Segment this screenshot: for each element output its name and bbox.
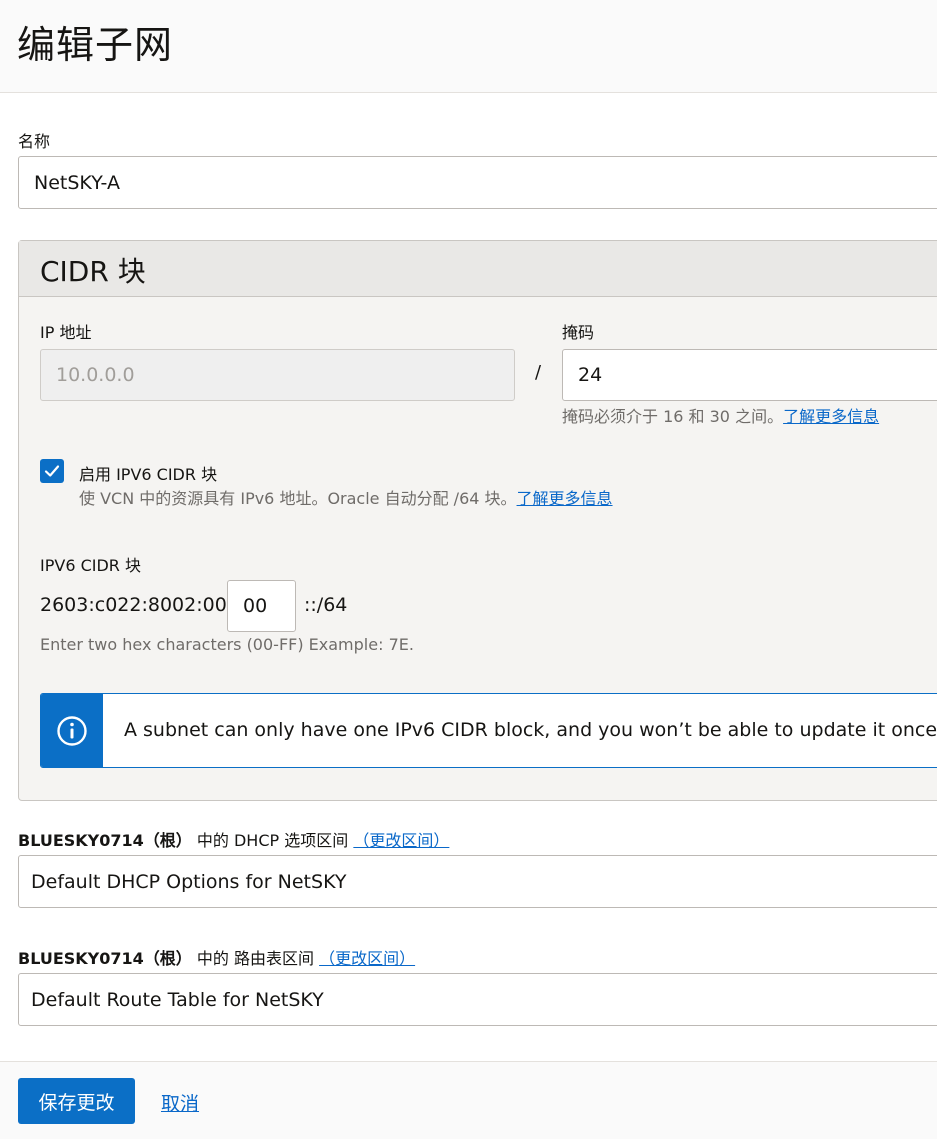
mask-value: 24	[578, 364, 603, 386]
enable-ipv6-checkbox[interactable]	[40, 459, 64, 483]
mask-label: 掩码	[562, 323, 595, 342]
save-changes-button[interactable]: 保存更改	[18, 1078, 135, 1124]
info-icon	[57, 715, 87, 746]
dhcp-label-row: BLUESKY0714（根） 中的 DHCP 选项区间 （更改区间）	[18, 827, 449, 851]
enable-ipv6-hint-text: 使 VCN 中的资源具有 IPv6 地址。Oracle 自动分配 /64 块。	[79, 489, 517, 508]
cidr-block-header: CIDR 块	[19, 241, 937, 297]
mask-input[interactable]: 24	[562, 349, 937, 401]
checkmark-icon	[44, 465, 60, 477]
route-table-value: Default Route Table for NetSKY	[31, 988, 324, 1011]
ipv6-hex-value: 00	[243, 595, 268, 617]
route-change-compartment-link[interactable]: （更改区间）	[319, 949, 415, 968]
enable-ipv6-hint: 使 VCN 中的资源具有 IPv6 地址。Oracle 自动分配 /64 块。了…	[79, 485, 613, 509]
ipv6-hex-hint: Enter two hex characters (00-FF) Example…	[40, 635, 414, 654]
cancel-link[interactable]: 取消	[161, 1089, 199, 1116]
route-label-row: BLUESKY0714（根） 中的 路由表区间 （更改区间）	[18, 945, 415, 969]
ipv6-hex-input[interactable]: 00	[227, 580, 296, 632]
name-label: 名称	[18, 132, 51, 151]
ipv6-info-banner: A subnet can only have one IPv6 CIDR blo…	[40, 693, 937, 768]
ipv6-block-label: IPV6 CIDR 块	[40, 556, 141, 575]
info-strip	[41, 694, 103, 767]
ip-address-value: 10.0.0.0	[56, 364, 135, 386]
ip-address-label: IP 地址	[40, 323, 92, 342]
ipv6-learn-more-link[interactable]: 了解更多信息	[517, 489, 613, 508]
dhcp-compartment-name: BLUESKY0714（根）	[18, 831, 192, 850]
cidr-block-title: CIDR 块	[40, 255, 146, 288]
ipv6-suffix: ::/64	[304, 594, 348, 616]
dhcp-options-value: Default DHCP Options for NetSKY	[31, 870, 347, 893]
page-footer: 保存更改 取消	[0, 1061, 937, 1139]
info-banner-text: A subnet can only have one IPv6 CIDR blo…	[124, 719, 937, 741]
route-compartment-label: 中的 路由表区间	[196, 949, 314, 968]
route-table-select[interactable]: Default Route Table for NetSKY	[18, 973, 937, 1026]
ipv6-prefix: 2603:c022:8002:00	[40, 594, 227, 616]
mask-hint: 掩码必须介于 16 和 30 之间。了解更多信息	[562, 403, 879, 427]
enable-ipv6-label: 启用 IPV6 CIDR 块	[79, 465, 218, 484]
ip-address-input: 10.0.0.0	[40, 349, 515, 401]
page-header: 编辑子网	[0, 0, 937, 93]
dhcp-options-select[interactable]: Default DHCP Options for NetSKY	[18, 855, 937, 908]
page-title: 编辑子网	[17, 23, 174, 67]
route-compartment-name: BLUESKY0714（根）	[18, 949, 192, 968]
mask-hint-text: 掩码必须介于 16 和 30 之间。	[562, 407, 784, 426]
mask-learn-more-link[interactable]: 了解更多信息	[783, 407, 879, 426]
dhcp-change-compartment-link[interactable]: （更改区间）	[353, 831, 449, 850]
name-input[interactable]: NetSKY-A	[18, 156, 937, 209]
name-input-value: NetSKY-A	[34, 171, 120, 194]
cidr-slash: /	[535, 362, 542, 383]
dhcp-compartment-label: 中的 DHCP 选项区间	[196, 831, 349, 850]
